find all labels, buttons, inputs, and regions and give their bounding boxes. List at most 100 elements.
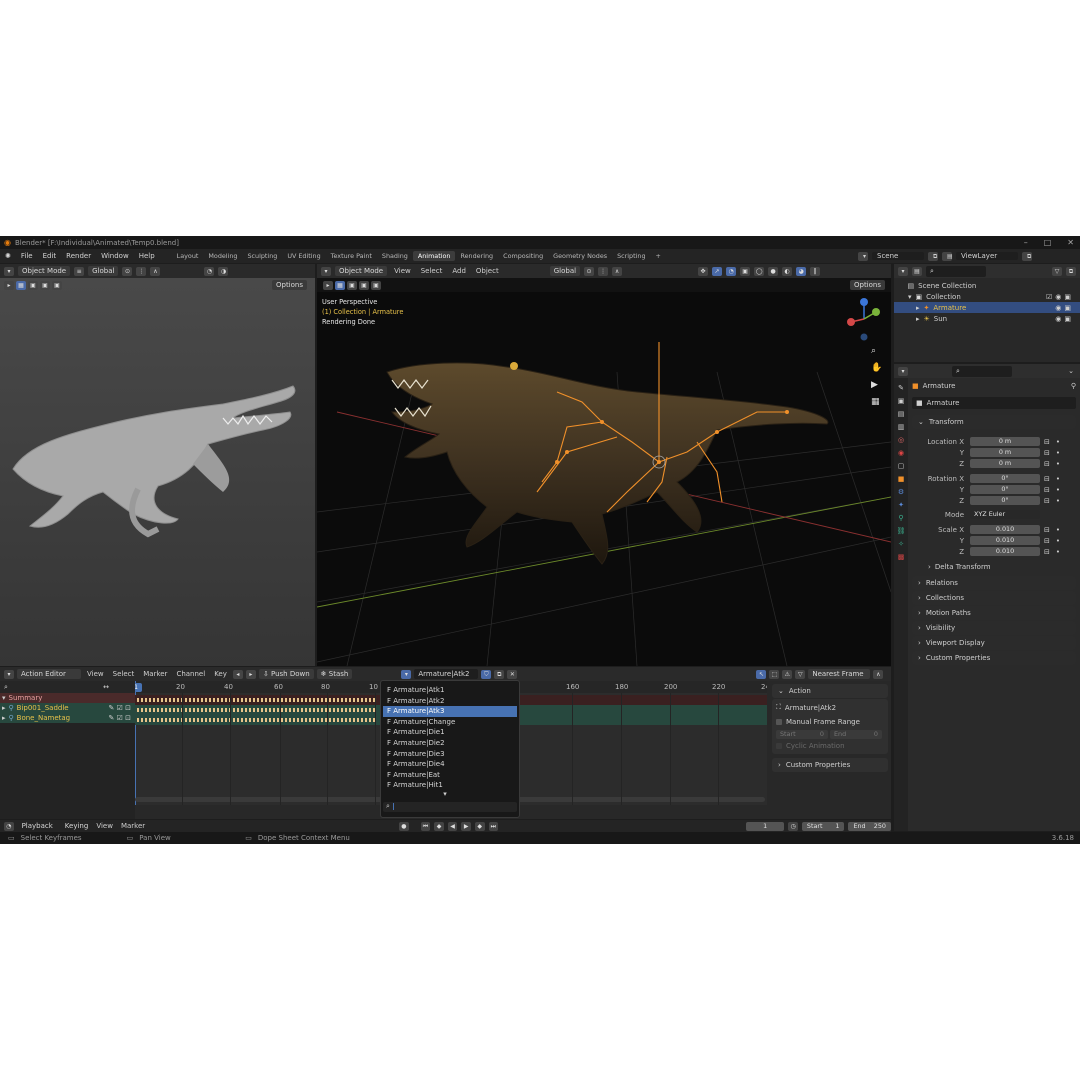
- main-viewport[interactable]: ▾ Object Mode View Select Add Object Glo…: [317, 264, 891, 666]
- properties-options-icon[interactable]: ⌄: [1068, 367, 1074, 375]
- errors-icon[interactable]: ⚠: [782, 669, 793, 679]
- editor-type-icon[interactable]: ▾: [4, 266, 14, 276]
- action-list-item[interactable]: F Armature|Atk1: [383, 685, 517, 696]
- chevron-down-icon[interactable]: ▾: [908, 293, 912, 301]
- minimize-icon[interactable]: –: [1024, 238, 1028, 247]
- gizmo-icon[interactable]: ✥: [698, 266, 709, 276]
- section-viewport-display[interactable]: › Viewport Display: [912, 636, 1076, 650]
- main-select-mode-3-icon[interactable]: ▣: [371, 280, 381, 290]
- keyframe-dot-icon[interactable]: •: [1056, 438, 1060, 446]
- visibility-toggle-icon[interactable]: ◉▣: [1055, 315, 1074, 323]
- ortho-grid-icon[interactable]: ▦: [871, 397, 882, 407]
- tab-geometry-nodes[interactable]: Geometry Nodes: [548, 251, 612, 261]
- overlay-icon[interactable]: ◔: [204, 266, 215, 276]
- tab-compositing[interactable]: Compositing: [498, 251, 548, 261]
- new-layer-icon[interactable]: ⧉: [1022, 251, 1032, 261]
- channel-2-keyframes[interactable]: [137, 718, 377, 722]
- new-scene-icon[interactable]: ⧉: [928, 251, 938, 261]
- ae-menu-select[interactable]: Select: [110, 670, 138, 678]
- constraints-tab-icon[interactable]: ⛓: [897, 527, 906, 535]
- filter-icon[interactable]: ▽: [1052, 266, 1062, 276]
- action-name-field[interactable]: Armature|Atk2: [414, 669, 479, 679]
- play-forward-icon[interactable]: ▶: [461, 821, 471, 831]
- main-orientation-dropdown[interactable]: Global: [549, 266, 581, 276]
- tab-uv-editing[interactable]: UV Editing: [282, 251, 325, 261]
- only-selected-icon[interactable]: ↖: [756, 669, 767, 679]
- chevron-right-icon[interactable]: ▸: [2, 714, 6, 722]
- dopesheet-editor-icon[interactable]: ▾: [4, 669, 14, 679]
- action-list-item[interactable]: F Armature|Change: [383, 717, 517, 728]
- scene-field[interactable]: Scene: [872, 252, 924, 260]
- nav-gizmo[interactable]: [841, 296, 887, 342]
- start-field[interactable]: Start 1: [801, 821, 845, 831]
- scene-tab-icon[interactable]: ◎: [898, 436, 904, 444]
- channel-toggles-icon[interactable]: ✎ ☑ ⊡: [109, 714, 131, 722]
- select-mode-2-icon[interactable]: ▣: [40, 280, 50, 290]
- ae-menu-marker[interactable]: Marker: [140, 670, 170, 678]
- jump-start-icon[interactable]: ⏮: [420, 821, 431, 831]
- texture-tab-icon[interactable]: ▩: [898, 553, 905, 561]
- outliner-row-2[interactable]: ▸ ✦ Armature ◉▣: [894, 302, 1080, 313]
- chevron-right-icon[interactable]: ▸: [2, 704, 6, 712]
- stash-button[interactable]: ❄ Stash: [316, 669, 353, 679]
- channel-row-0[interactable]: ▾ Summary: [0, 693, 135, 703]
- ae-menu-key[interactable]: Key: [211, 670, 230, 678]
- keyframe-dot-icon[interactable]: •: [1056, 460, 1060, 468]
- menu-help[interactable]: Help: [134, 252, 160, 260]
- menu-file[interactable]: File: [16, 252, 38, 260]
- rotation-y-field[interactable]: 0°: [970, 485, 1040, 494]
- channel-1-keyframes[interactable]: [137, 708, 377, 712]
- transform-section-header[interactable]: ⌄ Transform: [912, 415, 1076, 429]
- main-select-mode-1-icon[interactable]: ▣: [347, 280, 357, 290]
- record-icon[interactable]: ●: [399, 821, 409, 831]
- current-frame-indicator[interactable]: 1: [135, 683, 142, 692]
- lock-icon[interactable]: ⊟: [1044, 537, 1050, 545]
- overlays-icon[interactable]: ◔: [726, 266, 737, 276]
- lock-icon[interactable]: ⊟: [1044, 548, 1050, 556]
- solid-shading-icon[interactable]: ●: [768, 266, 779, 276]
- tab-animation[interactable]: Animation: [412, 251, 456, 261]
- modifier-tab-icon[interactable]: ⚙: [898, 488, 904, 496]
- ae-filter-icon[interactable]: ▽: [795, 669, 806, 679]
- left-orientation-dropdown[interactable]: Global: [88, 266, 119, 276]
- current-frame-field[interactable]: 1: [746, 821, 785, 831]
- tab-layout[interactable]: Layout: [172, 251, 204, 261]
- action-list-item[interactable]: F Armature|Die1: [383, 727, 517, 738]
- action-browse-icon[interactable]: ▾: [401, 669, 412, 679]
- main-menu-view[interactable]: View: [391, 267, 414, 275]
- xray-icon[interactable]: ▣: [740, 266, 751, 276]
- clock-icon[interactable]: ◷: [788, 821, 798, 831]
- properties-search[interactable]: ⌕: [952, 365, 1012, 377]
- action-list-item[interactable]: F Armature|Atk2: [383, 696, 517, 707]
- visibility-toggle-icon[interactable]: ◉▣: [1055, 304, 1074, 312]
- rotation-z-field[interactable]: 0°: [970, 496, 1040, 505]
- keyframe-dot-icon[interactable]: •: [1056, 449, 1060, 457]
- object-name-field[interactable]: ■ Armature: [912, 397, 1076, 409]
- view-layer-tab-icon[interactable]: ▥: [898, 423, 905, 431]
- ae-menu-view[interactable]: View: [84, 670, 107, 678]
- section-collections[interactable]: › Collections: [912, 591, 1076, 605]
- cyclic-checkbox[interactable]: [776, 742, 782, 749]
- action-list-item[interactable]: F Armature|Atk3: [383, 706, 517, 717]
- outliner-editor-icon[interactable]: ▾: [898, 266, 908, 276]
- lock-icon[interactable]: ⊟: [1044, 438, 1050, 446]
- zoom-icon[interactable]: ⌕: [871, 346, 882, 356]
- select-mode-3-icon[interactable]: ▣: [52, 280, 62, 290]
- menu-window[interactable]: Window: [96, 252, 134, 260]
- chevron-right-icon[interactable]: ▸: [916, 315, 920, 323]
- snap-dropdown[interactable]: Nearest Frame: [808, 669, 871, 679]
- chevron-right-icon[interactable]: ▸: [916, 304, 920, 312]
- snap-icon[interactable]: ⋮: [136, 266, 147, 276]
- scene-icon[interactable]: ▾: [858, 251, 868, 261]
- pin-icon[interactable]: ⚲: [1071, 382, 1076, 390]
- channel-row-2[interactable]: ▸ ⚲ Bone_Nametag ✎ ☑ ⊡: [0, 713, 135, 723]
- main-select-mode-2-icon[interactable]: ▣: [359, 280, 369, 290]
- channel-row-1[interactable]: ▸ ⚲ Bip001_Saddle ✎ ☑ ⊡: [0, 703, 135, 713]
- fake-user-icon[interactable]: ⛉: [481, 669, 492, 679]
- main-menu-select[interactable]: Select: [418, 267, 446, 275]
- add-workspace-icon[interactable]: +: [651, 251, 666, 261]
- pan-hand-icon[interactable]: ✋: [871, 363, 882, 373]
- tab-sculpting[interactable]: Sculpting: [242, 251, 282, 261]
- wireframe-shading-icon[interactable]: ◯: [754, 266, 765, 276]
- world-tab-icon[interactable]: ◉: [898, 449, 904, 457]
